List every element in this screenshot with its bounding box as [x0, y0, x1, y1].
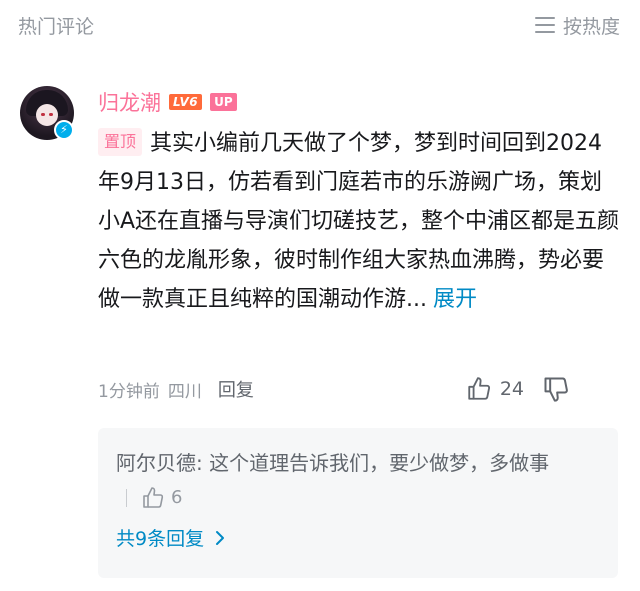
up-badge: UP: [210, 93, 237, 111]
section-title: 热门评论: [18, 16, 95, 38]
pinned-tag: 置顶: [98, 128, 143, 156]
chevron-right-icon: [216, 530, 225, 545]
reply-like-button[interactable]: 6: [126, 481, 182, 515]
reply-button[interactable]: 回复: [218, 376, 254, 402]
comment-content: 置顶 其实小编前几天做了个梦，梦到时间回到2024年9月13日，仿若看到门庭若市的…: [98, 124, 620, 319]
comment-text: 其实小编前几天做了个梦，梦到时间回到2024年9月13日，仿若看到门庭若市的乐游…: [98, 131, 620, 312]
reply-like-count: 6: [171, 487, 183, 508]
reply-item: 阿尔贝德: 这个道理告诉我们，要少做梦，多做事 6: [116, 446, 606, 515]
reply-author[interactable]: 阿尔贝德: [116, 451, 196, 475]
comment-meta: 1分钟前 四川 回复 24: [98, 374, 620, 404]
view-more-replies-link[interactable]: 共9条回复: [116, 524, 226, 551]
menu-lines-icon: [534, 17, 555, 33]
comments-header: 热门评论 按热度: [0, 0, 640, 52]
username[interactable]: 归龙潮: [98, 87, 161, 117]
thumbs-down-icon[interactable]: [542, 375, 570, 403]
user-info: 归龙潮 LV6 UP: [98, 87, 237, 117]
expand-link[interactable]: 展开: [433, 287, 477, 312]
thumbs-up-icon: [143, 487, 164, 508]
sort-button[interactable]: 按热度: [534, 10, 620, 40]
sort-label: 按热度: [562, 15, 620, 38]
lightning-icon: ⚡: [54, 120, 74, 140]
like-count: 24: [499, 378, 524, 400]
reply-text: 这个道理告诉我们，要少做梦，多做事: [209, 451, 550, 475]
level-badge: LV6: [169, 94, 203, 110]
reply-preview[interactable]: 阿尔贝德: 这个道理告诉我们，要少做梦，多做事 6 共9条回复: [98, 428, 618, 578]
more-replies-label: 共9条回复: [116, 528, 205, 550]
timestamp: 1分钟前: [98, 381, 160, 402]
thumbs-up-icon: [468, 377, 490, 400]
like-button[interactable]: 24: [466, 374, 524, 404]
ip-location: 四川: [167, 381, 202, 402]
